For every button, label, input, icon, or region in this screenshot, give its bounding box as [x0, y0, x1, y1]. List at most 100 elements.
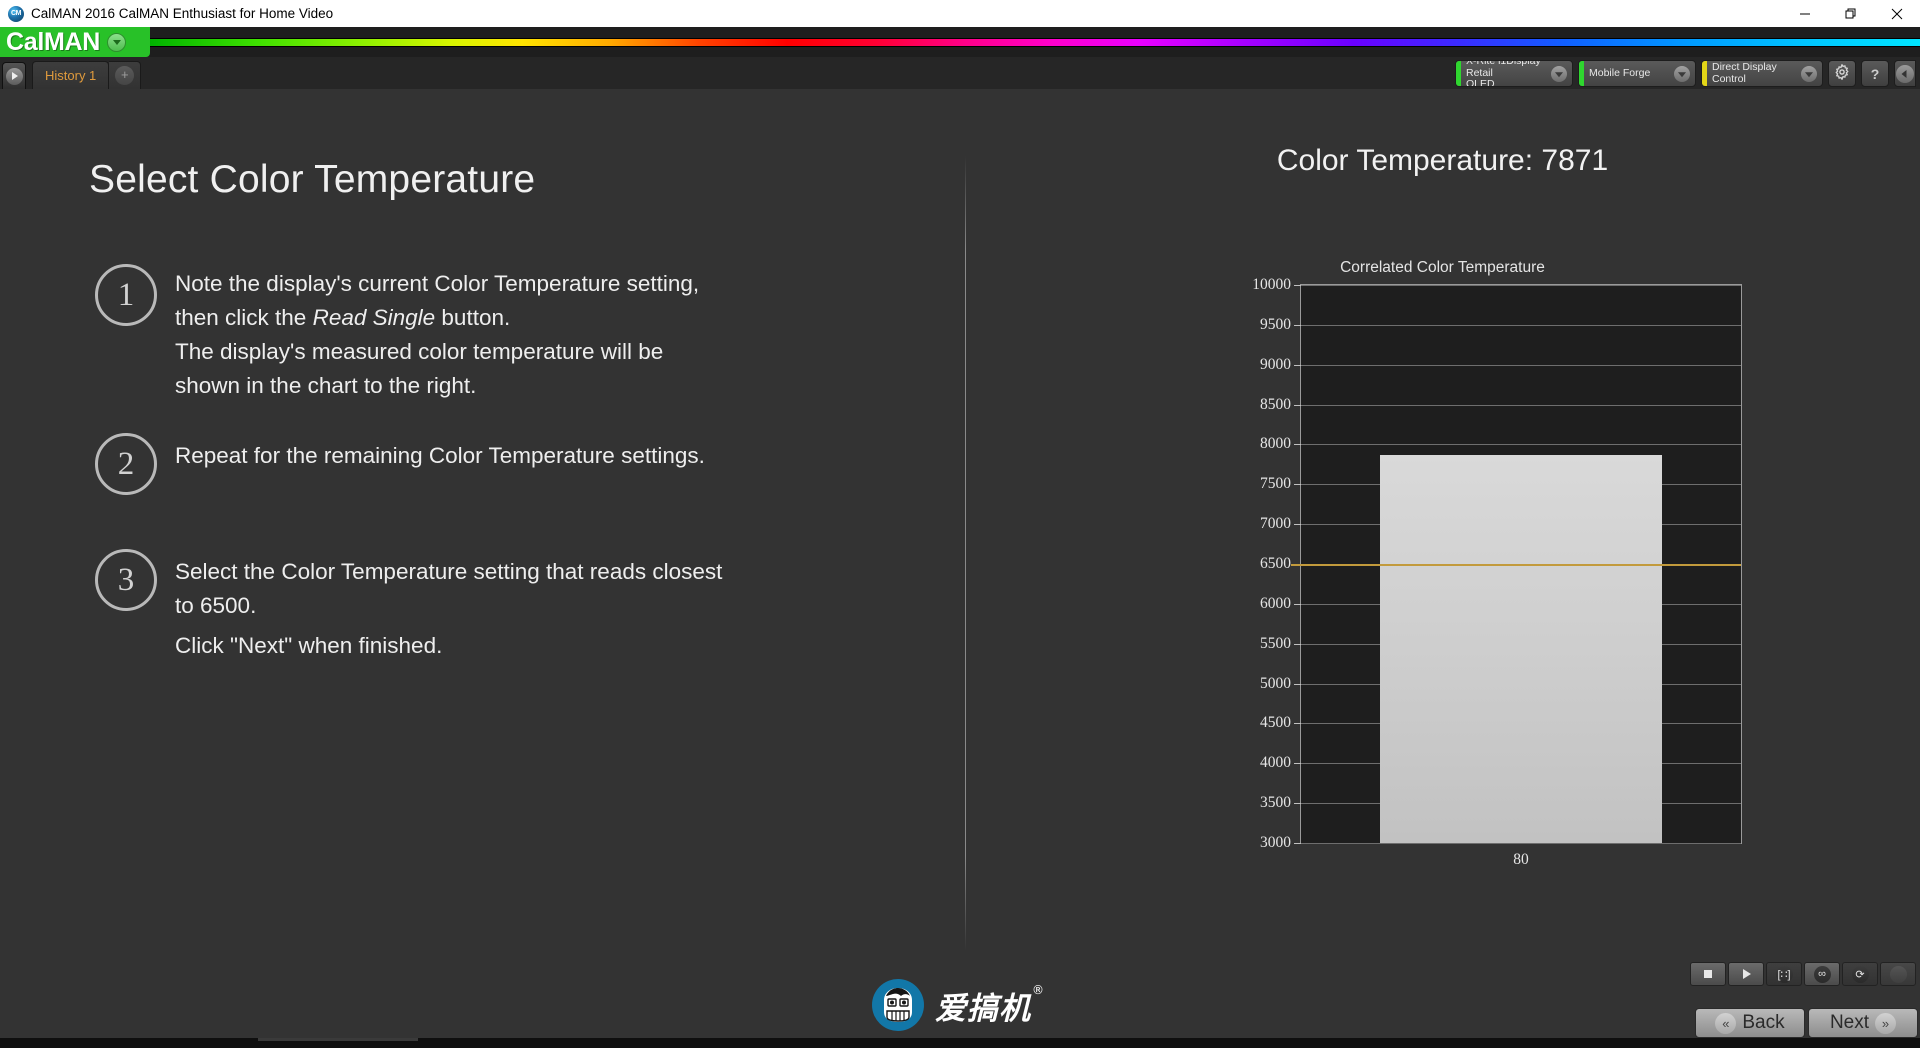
y-axis-label: 8000 [1260, 435, 1291, 453]
step-item-1: 1 Note the display's current Color Tempe… [95, 264, 895, 403]
color-spectrum-bar [150, 37, 1920, 47]
play-button[interactable] [1728, 962, 1764, 986]
step-1-line-2b: button. [435, 305, 511, 330]
gridline [1301, 364, 1741, 366]
chevron-down-icon[interactable] [1551, 65, 1567, 82]
play-icon [1743, 969, 1751, 979]
step-3-spacer [175, 623, 722, 629]
y-axis-tick [1294, 643, 1301, 645]
step-3-line-1: Select the Color Temperature setting tha… [175, 559, 723, 584]
restore-icon[interactable] [1828, 0, 1874, 27]
y-axis-tick [1294, 763, 1301, 765]
chevron-down-icon[interactable] [1674, 65, 1690, 82]
next-label: Next [1829, 1012, 1870, 1033]
step-1-emphasis: Read Single [312, 305, 436, 330]
calman-app-icon [8, 5, 24, 22]
help-button[interactable]: ? [1861, 60, 1889, 87]
step-text-3: Select the Color Temperature setting tha… [175, 549, 722, 663]
chevron-down-icon[interactable] [1801, 65, 1817, 82]
calman-wordmark: CalMAN [6, 27, 101, 56]
play-icon [5, 67, 23, 85]
step-3-line-3: Click "Next" when finished. [175, 633, 443, 658]
next-button[interactable]: Next » [1808, 1008, 1918, 1038]
y-axis-tick [1294, 444, 1301, 446]
navigation-bar: « Back Next » [1695, 1008, 1918, 1038]
registered-mark: ® [1032, 982, 1045, 997]
y-axis-tick [1294, 324, 1301, 326]
calman-logo-button[interactable]: CalMAN [0, 27, 150, 57]
page-title: Select Color Temperature [89, 158, 536, 201]
step-number-1: 1 [95, 264, 157, 326]
refresh-button[interactable]: ⟳ [1842, 962, 1878, 986]
blank-button[interactable] [1880, 962, 1916, 986]
y-axis-tick [1294, 603, 1301, 605]
gridline [1301, 843, 1741, 844]
meter-selector[interactable]: X-Rite i1Display Retail OLED [1455, 60, 1573, 87]
y-axis-label: 6000 [1260, 594, 1291, 612]
help-icon: ? [1870, 65, 1880, 82]
instructions-panel: Select Color Temperature 1 Note the disp… [0, 89, 965, 1048]
source-selector[interactable]: Mobile Forge [1578, 60, 1696, 87]
minimize-icon[interactable] [1782, 0, 1828, 27]
meter-label-line1: X-Rite i1Display Retail [1466, 60, 1541, 79]
toolbar-right: X-Rite i1Display Retail OLED Mobile Forg… [1455, 60, 1916, 87]
y-axis-tick [1294, 803, 1301, 805]
close-icon[interactable] [1874, 0, 1920, 27]
bar [1380, 454, 1662, 843]
brand-bar: CalMAN [0, 27, 1920, 57]
plot-area: 10000 9500 9000 8500 8000 7500 7000 6500 6000 550… [1252, 276, 1742, 868]
y-axis-label: 3500 [1260, 794, 1291, 812]
target-button[interactable]: [∷] [1766, 962, 1802, 986]
window-title: CalMAN 2016 CalMAN Enthusiast for Home V… [31, 6, 334, 21]
play-tab-button[interactable] [2, 62, 26, 89]
taskbar-item[interactable] [258, 1038, 418, 1041]
y-axis-tick [1294, 683, 1301, 685]
y-axis-tick [1294, 843, 1301, 844]
y-axis-tick [1294, 364, 1301, 366]
step-text-2: Repeat for the remaining Color Temperatu… [175, 433, 705, 495]
cct-bar-chart: 10000 9500 9000 8500 8000 7500 7000 6500 6000 550… [1242, 276, 1742, 868]
step-item-3: 3 Select the Color Temperature setting t… [95, 549, 895, 663]
stop-button[interactable] [1690, 962, 1726, 986]
display-control-selector[interactable]: Direct Display Control [1701, 60, 1823, 87]
step-number-3: 3 [95, 549, 157, 611]
chart-panel: Color Temperature: 7871 Correlated Color… [965, 89, 1920, 1048]
color-temperature-readout: Color Temperature: 7871 [1276, 144, 1609, 177]
brackets-icon: [∷] [1775, 965, 1793, 983]
watermark-text: 爱搞机 ® [935, 983, 1044, 1028]
y-axis-label: 9000 [1260, 355, 1291, 373]
steps-list: 1 Note the display's current Color Tempe… [95, 264, 895, 693]
chevron-down-icon[interactable] [107, 32, 127, 52]
collapse-panel-button[interactable] [1894, 60, 1916, 87]
stop-icon [1704, 970, 1712, 978]
y-axis-label: 7000 [1260, 515, 1291, 533]
step-text-1: Note the display's current Color Tempera… [175, 264, 699, 403]
measurement-toolbar: [∷] ∞ ⟳ [1690, 962, 1918, 986]
chevron-left-icon [1896, 64, 1914, 83]
gear-icon [1834, 63, 1850, 83]
step-1-line-1: Note the display's current Color Tempera… [175, 271, 700, 296]
step-2-line-1: Repeat for the remaining Color Temperatu… [175, 443, 705, 468]
gridline [1301, 404, 1741, 406]
refresh-icon: ⟳ [1851, 965, 1869, 983]
y-axis-tick [1294, 285, 1301, 286]
settings-button[interactable] [1828, 60, 1856, 87]
tab-history-1[interactable]: History 1 [32, 61, 110, 89]
source-label-line1: Mobile Forge [1589, 66, 1651, 79]
x-axis-label: 80 [1513, 851, 1529, 868]
spectrum-bar-container [150, 27, 1920, 57]
back-label: Back [1742, 1012, 1785, 1033]
main-content: Select Color Temperature 1 Note the disp… [0, 89, 1920, 1048]
y-axis-label: 8500 [1260, 395, 1291, 413]
back-button[interactable]: « Back [1695, 1008, 1805, 1038]
step-1-line-2a: then click the [175, 305, 313, 330]
y-axis-label: 4000 [1260, 754, 1291, 772]
step-1-line-4: shown in the chart to the right. [175, 373, 477, 398]
y-axis-label: 3000 [1260, 834, 1291, 851]
step-1-line-3: The display's measured color temperature… [175, 339, 664, 364]
watermark: 爱搞机 ® [872, 979, 1044, 1031]
continuous-button[interactable]: ∞ [1804, 962, 1840, 986]
y-axis-label: 7500 [1260, 475, 1291, 493]
add-tab-button[interactable]: + [109, 61, 142, 89]
reference-line-6500 [1291, 564, 1741, 566]
